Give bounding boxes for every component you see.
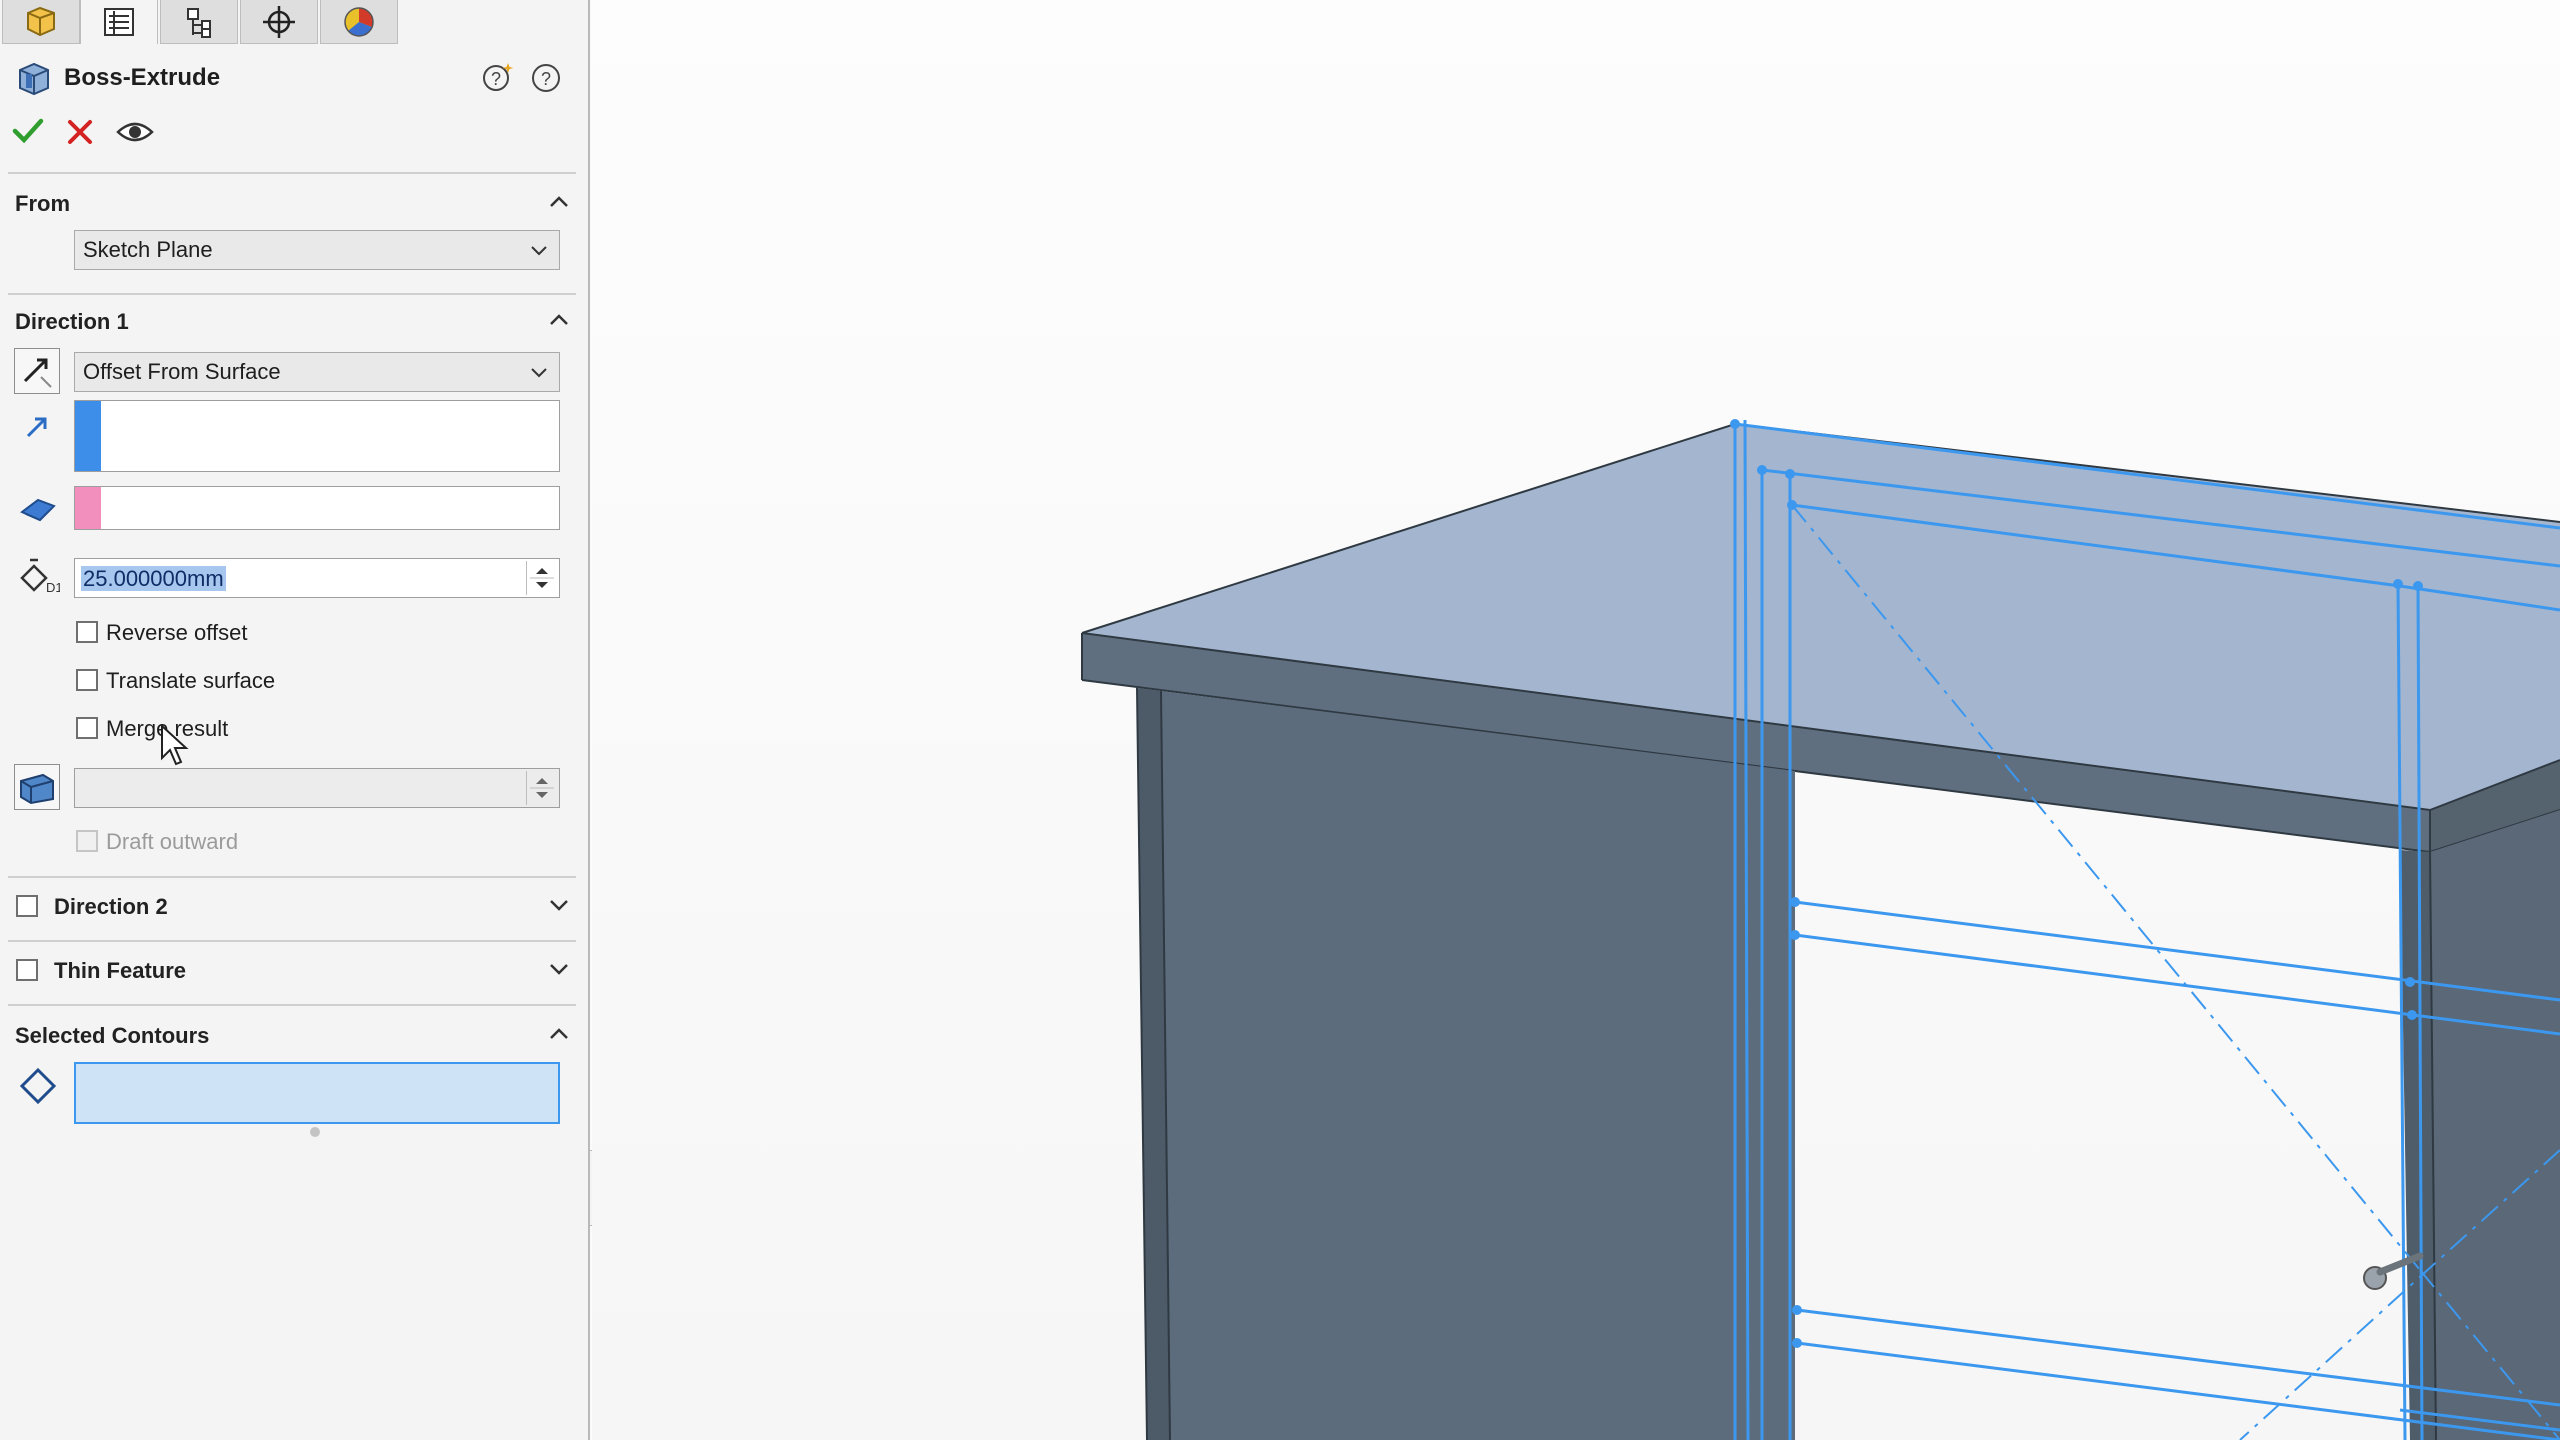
sketch-contour-icon	[19, 1067, 57, 1105]
draft-outward-label: Draft outward	[106, 829, 239, 854]
collapse-chevron-up-icon[interactable]	[548, 191, 570, 213]
face-plane-selection-box[interactable]	[74, 400, 560, 472]
surface-selection-box[interactable]	[74, 486, 560, 530]
spin-buttons[interactable]	[526, 771, 557, 805]
configurationmanager-tab[interactable]	[160, 0, 238, 44]
translate-surface-label: Translate surface	[106, 668, 276, 693]
selection-color-swatch	[75, 401, 101, 471]
end-condition-select[interactable]: Offset From Surface	[74, 352, 560, 392]
cancel-x-icon[interactable]	[66, 118, 94, 146]
svg-text:?: ?	[491, 69, 501, 89]
feature-title: Boss-Extrude	[64, 64, 221, 91]
direction2-checkbox[interactable]	[16, 895, 38, 917]
draft-toggle-button[interactable]	[14, 764, 60, 810]
merge-result-checkbox[interactable]	[76, 717, 98, 739]
svg-text:?: ?	[541, 69, 551, 89]
divider	[8, 876, 576, 878]
resize-grip[interactable]	[310, 1127, 320, 1137]
thin-feature-section-header: Thin Feature	[54, 958, 187, 983]
collapse-chevron-up-icon[interactable]	[548, 309, 570, 331]
configurationmanager-tab-icon	[187, 7, 211, 38]
divider	[8, 293, 576, 295]
help-icon[interactable]: ?	[530, 62, 562, 94]
direction-of-extrusion-icon	[26, 417, 47, 438]
divider	[8, 1004, 576, 1006]
dimxpertmanager-tab[interactable]	[240, 0, 318, 44]
spin-up-down-icon	[530, 778, 554, 798]
offset-distance-value: 25.000000mm	[81, 566, 226, 591]
svg-text:D1: D1	[46, 580, 60, 594]
from-start-condition-select[interactable]: Sketch Plane	[74, 230, 560, 270]
property-manager-panel: Boss-Extrude ? ? From Sketch Plane Direc…	[0, 0, 590, 1440]
whats-wrong-help-icon[interactable]: ?	[480, 60, 516, 94]
expand-chevron-down-icon[interactable]	[548, 894, 570, 916]
manager-tab-bar	[0, 0, 400, 44]
featuremanager-tab-icon	[27, 6, 55, 36]
selected-contours-box[interactable]	[74, 1062, 560, 1124]
chevron-down-icon	[531, 246, 547, 256]
offset-distance-icon: D1	[20, 558, 60, 594]
divider	[8, 172, 576, 174]
collapse-chevron-up-icon[interactable]	[548, 1023, 570, 1045]
spin-up-down-icon	[530, 568, 554, 588]
selected-contours-section-header: Selected Contours	[15, 1023, 210, 1048]
propertymanager-tab-icon	[104, 8, 134, 36]
graphics-viewport[interactable]	[592, 0, 2560, 1440]
surface-face-plane-icon	[20, 498, 56, 522]
direction1-section-header: Direction 1	[15, 309, 129, 334]
mouse-cursor-icon	[161, 724, 189, 766]
displaymanager-tab[interactable]	[320, 0, 398, 44]
translate-surface-checkbox[interactable]	[76, 669, 98, 691]
reverse-offset-label: Reverse offset	[106, 620, 248, 645]
selection-color-swatch	[75, 487, 101, 529]
propertymanager-tab[interactable]	[80, 0, 158, 44]
from-section-header: From	[15, 191, 70, 216]
draft-angle-input[interactable]	[74, 768, 560, 808]
featuremanager-tab[interactable]	[2, 0, 80, 44]
reverse-direction-arrow-icon	[23, 358, 52, 388]
offset-distance-input[interactable]: 25.000000mm	[74, 558, 560, 598]
detailed-preview-eye-icon[interactable]	[116, 118, 154, 146]
draft-outward-checkbox[interactable]	[76, 830, 98, 852]
chevron-down-icon	[531, 368, 547, 378]
dimxpertmanager-tab-icon	[263, 5, 295, 38]
reverse-direction-button[interactable]	[14, 348, 60, 394]
end-condition-value: Offset From Surface	[83, 359, 281, 384]
spin-buttons[interactable]	[526, 561, 557, 595]
thin-feature-checkbox[interactable]	[16, 959, 38, 981]
reverse-offset-checkbox[interactable]	[76, 621, 98, 643]
boss-extrude-icon	[19, 62, 49, 96]
expand-chevron-down-icon[interactable]	[548, 958, 570, 980]
ok-checkmark-icon[interactable]	[12, 116, 44, 146]
from-select-value: Sketch Plane	[83, 237, 213, 262]
divider	[8, 940, 576, 942]
draft-on-off-icon	[20, 773, 54, 805]
displaymanager-tab-icon	[344, 6, 374, 37]
direction2-section-header: Direction 2	[54, 894, 168, 919]
